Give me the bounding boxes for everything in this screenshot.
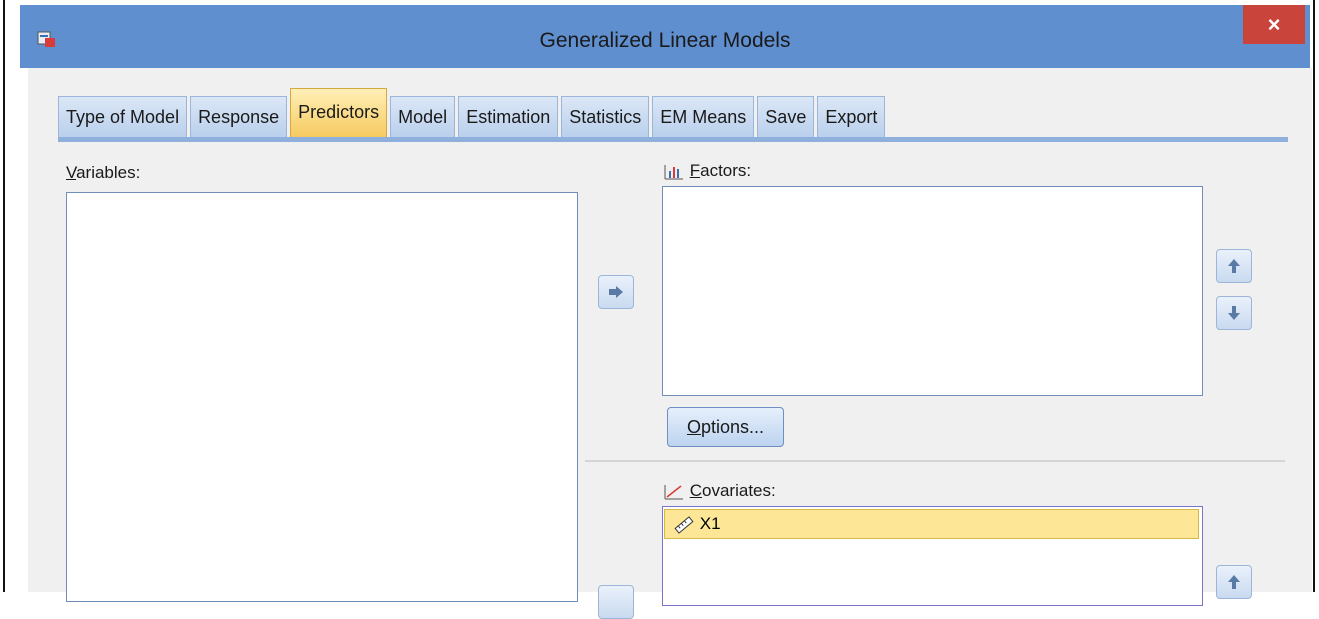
factor-move-down-button[interactable] bbox=[1216, 296, 1252, 330]
covariates-label: Covariates: bbox=[663, 481, 776, 501]
tab-model[interactable]: Model bbox=[390, 96, 456, 138]
tab-response[interactable]: Response bbox=[190, 96, 288, 138]
options-button[interactable]: Options... bbox=[667, 407, 784, 447]
scale-covariate-icon bbox=[664, 484, 683, 500]
nominal-factor-icon bbox=[664, 164, 683, 180]
window-title: Generalized Linear Models bbox=[539, 29, 791, 52]
arrow-up-icon bbox=[1228, 575, 1240, 589]
variables-label: Variables: bbox=[66, 163, 141, 182]
tab-estimation[interactable]: Estimation bbox=[458, 96, 559, 138]
tab-type-of-model[interactable]: Type of Model bbox=[58, 96, 188, 138]
arrow-right-icon bbox=[609, 286, 623, 298]
arrow-up-icon bbox=[1228, 259, 1240, 273]
factors-list[interactable] bbox=[662, 186, 1203, 396]
close-icon: × bbox=[1267, 12, 1281, 37]
spss-dialog-icon bbox=[37, 31, 55, 47]
list-item[interactable]: X1 bbox=[664, 509, 1199, 539]
tab-predictors[interactable]: Predictors bbox=[290, 88, 388, 138]
tab-underline bbox=[58, 137, 1288, 142]
variables-list[interactable] bbox=[66, 192, 578, 602]
move-to-factors-button[interactable] bbox=[598, 275, 634, 309]
ruler-scale-icon bbox=[674, 515, 694, 534]
factors-label: Factors: bbox=[663, 161, 751, 181]
arrow-down-icon bbox=[1228, 306, 1240, 320]
tab-export[interactable]: Export bbox=[817, 96, 886, 138]
covariate-move-up-button[interactable] bbox=[1216, 565, 1252, 599]
tab-save[interactable]: Save bbox=[757, 96, 815, 138]
factor-move-up-button[interactable] bbox=[1216, 249, 1252, 283]
close-button[interactable]: × bbox=[1243, 5, 1305, 44]
tab-strip: Type of Model Response Predictors Model … bbox=[58, 88, 888, 138]
tab-statistics[interactable]: Statistics bbox=[561, 96, 650, 138]
section-divider bbox=[585, 460, 1285, 462]
move-to-covariates-button[interactable] bbox=[598, 585, 634, 619]
covariate-item-label: X1 bbox=[699, 514, 721, 533]
title-bar[interactable]: Generalized Linear Models bbox=[20, 5, 1310, 68]
tab-em-means[interactable]: EM Means bbox=[652, 96, 755, 138]
